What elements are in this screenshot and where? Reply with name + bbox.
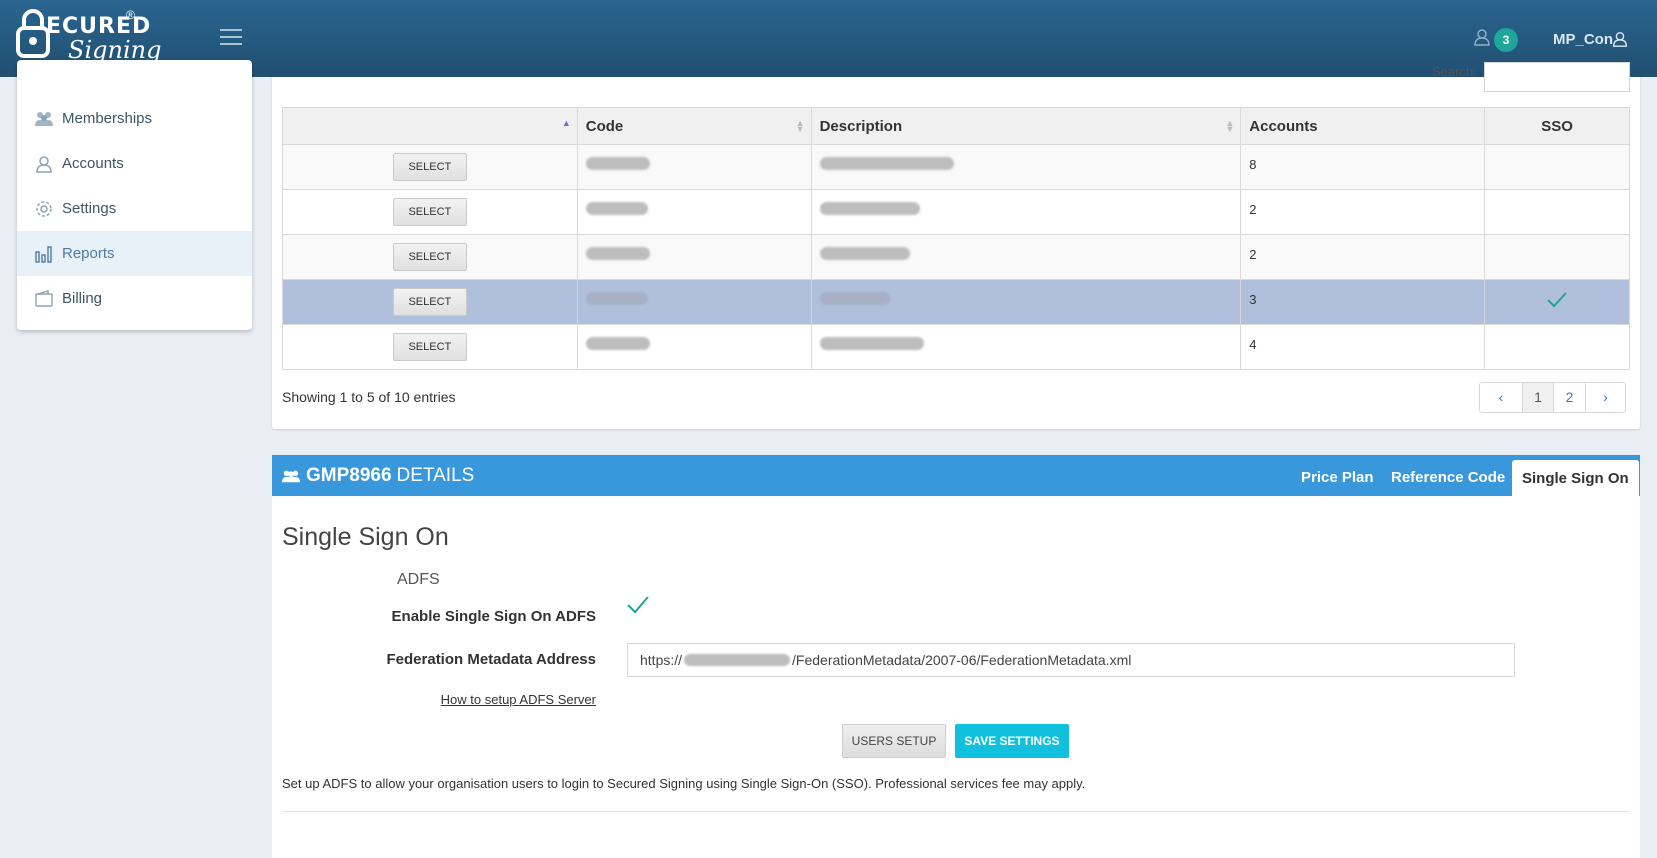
select-button[interactable]: SELECT (392, 288, 467, 316)
memberships-table: ▲ Code ▲ ▼ Description ▲ ▼ Accounts SSO SELE… (282, 107, 1630, 370)
tab-single-sign-on[interactable]: Single Sign On (1512, 460, 1639, 496)
sso-check-icon (1547, 292, 1567, 308)
table-row: SELECT 4 (282, 324, 1630, 370)
bar-chart-icon (34, 244, 54, 264)
sidebar-menu: Memberships Accounts Settings Reports Bi… (17, 60, 252, 330)
select-button[interactable]: SELECT (392, 153, 467, 181)
redacted-code (585, 337, 650, 350)
prev-page-button[interactable]: ‹ (1480, 383, 1522, 412)
column-header-select[interactable]: ▲ (282, 107, 578, 145)
redacted-code (585, 247, 650, 260)
sidebar-item-label: Billing (62, 290, 103, 307)
table-row: SELECT 8 (282, 144, 1630, 190)
page-1-button[interactable]: 1 (1522, 383, 1553, 412)
logo-registered-mark: ® (126, 8, 135, 22)
sidebar-item-accounts[interactable]: Accounts (17, 141, 252, 186)
metadata-address-input[interactable]: https:// /FederationMetadata/2007-06/Fed… (627, 643, 1515, 677)
enable-sso-checkbox[interactable] (626, 593, 650, 617)
users-icon (34, 109, 54, 129)
details-title: GMP8966 DETAILS (282, 465, 474, 487)
sidebar-item-settings[interactable]: Settings (17, 186, 252, 231)
redacted-description (819, 157, 954, 170)
logo[interactable]: ECURED Signing ® (16, 8, 161, 68)
sort-icon: ▲ ▼ (1225, 118, 1235, 134)
next-page-button[interactable]: › (1585, 383, 1625, 412)
table-row-selected: SELECT 3 (282, 279, 1630, 325)
pagination: ‹ 1 2 › (1479, 382, 1626, 413)
sidebar-item-label: Reports (62, 245, 115, 262)
table-info: Showing 1 to 5 of 10 entries (282, 389, 456, 405)
user-icon (34, 154, 54, 174)
redacted-description (819, 202, 920, 215)
users-icon (282, 470, 300, 483)
redacted-code (585, 202, 648, 215)
membership-code: GMP8966 (306, 465, 392, 486)
accounts-count: 4 (1249, 337, 1257, 352)
sort-icon: ▲ ▼ (795, 118, 805, 134)
enable-sso-label: Enable Single Sign On ADFS (391, 608, 596, 625)
sidebar-item-reports[interactable]: Reports (17, 231, 252, 276)
accounts-count: 3 (1249, 292, 1257, 307)
accounts-count: 8 (1249, 157, 1257, 172)
table-row: SELECT 2 (282, 189, 1630, 235)
user-icon[interactable] (1611, 30, 1629, 48)
sidebar-item-label: Memberships (62, 110, 153, 127)
column-header-accounts: Accounts (1240, 107, 1486, 145)
page-2-button[interactable]: 2 (1553, 383, 1585, 412)
menu-toggle-icon[interactable] (220, 29, 242, 47)
search-label: Search: (1432, 64, 1477, 79)
select-button[interactable]: SELECT (392, 333, 467, 361)
adfs-subheading: ADFS (397, 571, 440, 588)
sort-asc-icon: ▲ (561, 118, 571, 128)
notification-badge[interactable]: 3 (1494, 28, 1518, 52)
username[interactable]: MP_Con (1553, 31, 1613, 48)
redacted-code (585, 157, 650, 170)
redacted-code (585, 292, 648, 305)
tab-reference-code[interactable]: Reference Code (1391, 469, 1505, 486)
redacted-description (819, 247, 910, 260)
search-input[interactable] (1484, 62, 1630, 92)
accounts-count: 2 (1249, 247, 1257, 262)
column-header-description[interactable]: Description ▲ ▼ (810, 107, 1242, 145)
select-button[interactable]: SELECT (392, 198, 467, 226)
save-settings-button[interactable]: SAVE SETTINGS (955, 724, 1069, 758)
section-heading: Single Sign On (282, 523, 449, 551)
table-row: SELECT 2 (282, 234, 1630, 280)
redacted-description (819, 337, 924, 350)
sidebar-item-label: Accounts (62, 155, 124, 172)
metadata-address-label: Federation Metadata Address (386, 651, 597, 668)
users-setup-button[interactable]: USERS SETUP (842, 724, 946, 758)
wallet-icon (34, 289, 54, 309)
padlock-logo-icon (16, 9, 50, 58)
sso-note: Set up ADFS to allow your organisation u… (282, 776, 1086, 791)
user-notification-icon[interactable] (1472, 27, 1492, 47)
details-title-suffix: DETAILS (396, 465, 475, 486)
sidebar-item-billing[interactable]: Billing (17, 276, 252, 321)
redacted-description (819, 292, 890, 305)
adfs-setup-help-link[interactable]: How to setup ADFS Server (441, 692, 596, 707)
gear-icon (34, 199, 54, 219)
sidebar-item-memberships[interactable]: Memberships (17, 96, 252, 141)
divider (282, 811, 1630, 812)
select-button[interactable]: SELECT (392, 243, 467, 271)
column-header-code[interactable]: Code ▲ ▼ (576, 107, 812, 145)
sidebar-item-label: Settings (62, 200, 117, 217)
tab-price-plan[interactable]: Price Plan (1301, 469, 1374, 486)
column-header-sso: SSO (1484, 107, 1630, 145)
accounts-count: 2 (1249, 202, 1257, 217)
redacted-host (684, 654, 791, 666)
